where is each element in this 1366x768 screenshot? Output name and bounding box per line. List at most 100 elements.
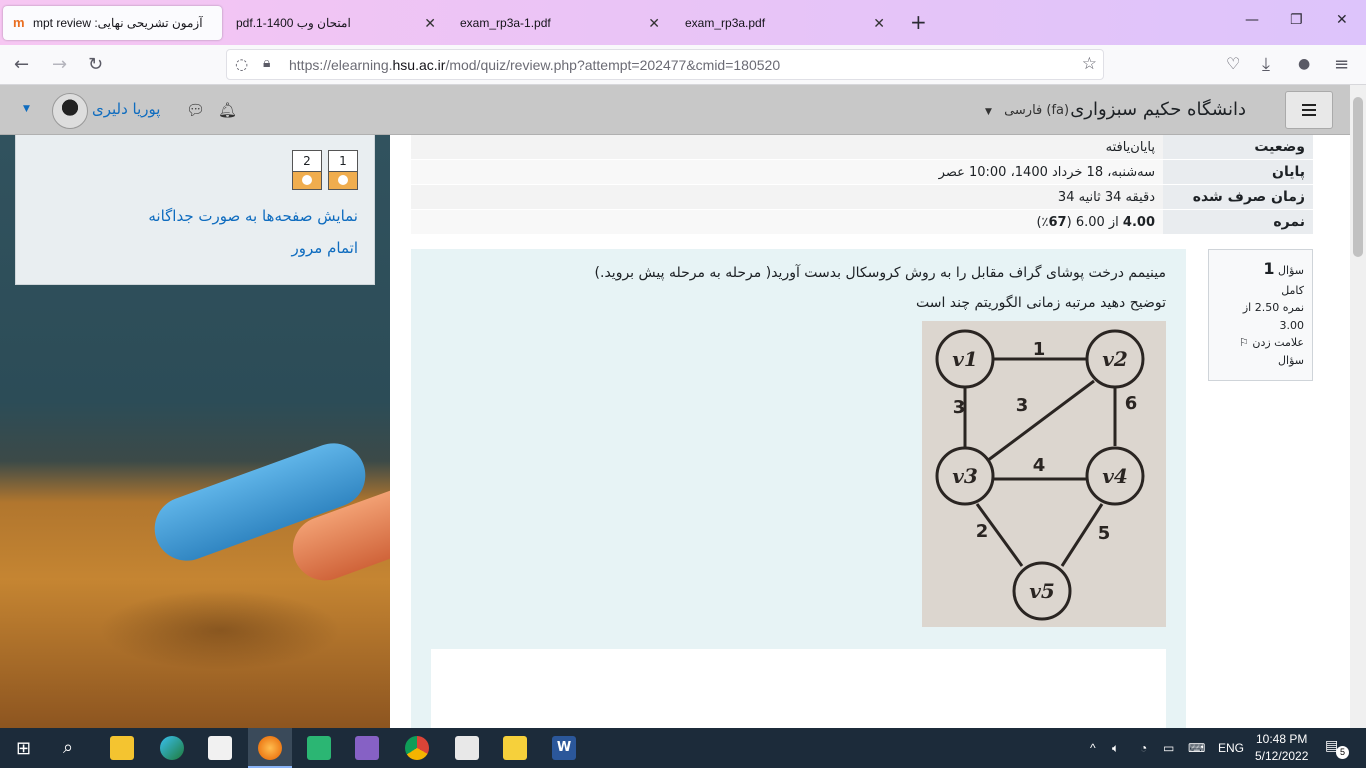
bell-icon[interactable]: 🔔︎ (218, 101, 237, 119)
extension-icon[interactable]: ● (1298, 56, 1310, 72)
node-label-v4: v4 (1102, 464, 1128, 488)
question-info-panel: سؤال 1 کامل نمره 2.50 از 3.00 ⚐ علامت زد… (1208, 249, 1313, 381)
question-text-line-1: مینیمم درخت پوشای گراف مقابل را به روش ک… (594, 265, 1166, 281)
summary-row-state: وضعیت پایان‌یافته (411, 135, 1313, 160)
tab-label: exam_rp3a.pdf (685, 16, 766, 30)
user-menu-chevron-icon[interactable]: ▼ (23, 104, 30, 114)
graph-image: v1 v2 v3 v4 v5 1 3 3 6 4 2 5 (922, 321, 1166, 627)
media-player-icon[interactable] (503, 736, 527, 760)
user-name[interactable]: پوریا دلیری (92, 100, 160, 118)
notification-count: 5 (1336, 746, 1349, 759)
finish-review-link[interactable]: اتمام مرور (292, 239, 358, 257)
question-text-line-2: توضیح دهید مرتبه زمانی الگوریتم چند است (915, 295, 1166, 311)
site-name[interactable]: دانشگاه حکیم سبزواری (1070, 99, 1246, 120)
firefox-icon (258, 736, 282, 760)
firefox-taskbar-active[interactable] (248, 728, 292, 768)
tab-attempt-review[interactable]: m آزمون تشریحی نهایی: mpt review (3, 6, 222, 40)
download-icon[interactable]: ⤓ (1262, 54, 1270, 75)
file-explorer-icon[interactable] (110, 736, 134, 760)
browser-tab-strip: m آزمون تشریحی نهایی: mpt review امتحان … (0, 0, 1366, 45)
app-icon[interactable] (307, 736, 331, 760)
avatar[interactable] (52, 93, 88, 129)
menu-hamburger-button[interactable] (1285, 91, 1333, 129)
quiz-nav-question-2[interactable]: 2 (292, 150, 322, 190)
node-label-v5: v5 (1029, 579, 1055, 603)
edge-weight-v4-v5: 5 (1098, 523, 1111, 544)
summary-row-completed: پایان سه‌شنبه، 18 خرداد 1400، 10:00 عصر (411, 160, 1313, 185)
word-icon[interactable]: W (552, 736, 576, 760)
network-icon[interactable]: ◔ (1140, 741, 1147, 755)
chrome-icon[interactable] (405, 736, 429, 760)
edge-weight-v2-v3: 3 (1016, 395, 1029, 416)
new-tab-button[interactable]: + (910, 10, 927, 34)
edge-weight-v1-v2: 1 (1033, 339, 1046, 360)
chevron-up-icon[interactable]: ^ (1090, 741, 1096, 755)
windows-taskbar: ⊞ ⌕ W ^ 🔈︎ ◔ ▭ ⌨ ENG 10:48 PM 5/12/2022 … (0, 728, 1366, 768)
battery-icon[interactable]: ▭ (1163, 741, 1174, 755)
quiz-navigation-block: 1 2 نمایش صفحه‌ها به صورت جداگانه اتمام … (15, 135, 375, 285)
node-label-v2: v2 (1102, 347, 1128, 371)
search-icon[interactable]: ⌕ (63, 737, 73, 758)
shield-icon[interactable]: ◌ (235, 55, 248, 73)
minimize-icon[interactable]: — (1245, 12, 1259, 28)
language-selector[interactable]: ▼ فارسی (fa) (985, 103, 1069, 118)
node-label-v3: v3 (952, 464, 978, 488)
close-window-icon[interactable]: ✕ (1336, 12, 1348, 28)
answer-text-area (431, 649, 1166, 728)
windows-start-icon[interactable]: ⊞ (16, 738, 31, 759)
lock-icon[interactable]: 🔒︎ (263, 55, 270, 71)
chevron-down-icon: ▼ (985, 107, 992, 117)
question-state: کامل (1281, 283, 1304, 297)
site-header: دانشگاه حکیم سبزواری ▼ فارسی (fa) 🔔︎ 💬︎ … (0, 85, 1350, 135)
close-tab-icon[interactable]: ✕ (648, 15, 660, 32)
edge-weight-v3-v4: 4 (1033, 455, 1046, 476)
input-language[interactable]: ENG (1218, 741, 1244, 755)
pocket-icon[interactable]: ♡ (1226, 54, 1240, 73)
edge-weight-v1-v3: 3 (953, 397, 966, 418)
flag-icon: ⚐ (1239, 336, 1249, 350)
url-text: https://elearning.hsu.ac.ir/mod/quiz/rev… (289, 57, 781, 73)
store-icon[interactable] (208, 736, 232, 760)
tab-label: امتحان وب 1400-1.pdf (236, 16, 351, 30)
keyboard-icon[interactable]: ⌨ (1188, 741, 1205, 755)
url-bar[interactable]: ◌ 🔒︎ https://elearning.hsu.ac.ir/mod/qui… (226, 49, 1104, 80)
forward-arrow-icon[interactable]: → (52, 54, 67, 75)
tab-pdf-web[interactable]: امتحان وب 1400-1.pdf ✕ (226, 6, 444, 40)
app-menu-icon[interactable]: ≡ (1334, 54, 1349, 75)
node-label-v1: v1 (952, 347, 978, 371)
browser-nav-bar: ← → ↻ ◌ 🔒︎ https://elearning.hsu.ac.ir/m… (0, 45, 1366, 85)
summary-row-time-taken: زمان صرف شده 34 دقیقه 34 ثانیه (411, 185, 1313, 210)
tab-label: exam_rp3a-1.pdf (460, 16, 551, 30)
tab-exam-rp3a-1[interactable]: exam_rp3a-1.pdf ✕ (450, 6, 668, 40)
page-scrollbar[interactable] (1350, 85, 1366, 728)
grade-value: 4.00 از 6.00 (67٪) (411, 210, 1163, 234)
moodle-favicon-icon: m (13, 15, 25, 30)
flag-question-link[interactable]: ⚐ علامت زدن سؤال (1217, 334, 1304, 369)
clock[interactable]: 10:48 PM 5/12/2022 (1255, 731, 1308, 765)
edge-weight-v2-v4: 6 (1125, 393, 1138, 414)
volume-icon[interactable]: 🔈︎ (1112, 741, 1119, 756)
reload-icon[interactable]: ↻ (88, 54, 103, 75)
close-tab-icon[interactable]: ✕ (873, 15, 885, 32)
tab-label: آزمون تشریحی نهایی: mpt review (33, 16, 203, 30)
back-arrow-icon[interactable]: ← (14, 54, 29, 75)
summary-row-grade: نمره 4.00 از 6.00 (67٪) (411, 210, 1313, 235)
edge-v2-v3 (986, 379, 1095, 463)
chat-bubble-icon[interactable]: 💬︎ (186, 101, 205, 119)
show-one-page-link[interactable]: نمایش صفحه‌ها به صورت جداگانه (148, 207, 358, 225)
bookmark-star-icon[interactable]: ☆ (1082, 54, 1097, 74)
question-grade: نمره 2.50 از 3.00 (1242, 301, 1304, 332)
edge-v4-v5 (1060, 503, 1104, 567)
app-icon[interactable] (455, 736, 479, 760)
close-tab-icon[interactable]: ✕ (424, 15, 436, 32)
weighted-graph-diagram: v1 v2 v3 v4 v5 1 3 3 6 4 2 5 (935, 329, 1145, 621)
scrollbar-thumb[interactable] (1353, 97, 1363, 257)
edge-weight-v3-v5: 2 (976, 521, 989, 542)
restore-icon[interactable]: ❐ (1290, 12, 1303, 28)
edge-browser-icon[interactable] (160, 736, 184, 760)
visual-studio-icon[interactable] (355, 736, 379, 760)
tab-exam-rp3a[interactable]: exam_rp3a.pdf ✕ (675, 6, 893, 40)
question-number: سؤال 1 (1263, 259, 1304, 278)
attempt-summary-table: وضعیت پایان‌یافته پایان سه‌شنبه، 18 خردا… (411, 135, 1313, 235)
quiz-nav-question-1[interactable]: 1 (328, 150, 358, 190)
